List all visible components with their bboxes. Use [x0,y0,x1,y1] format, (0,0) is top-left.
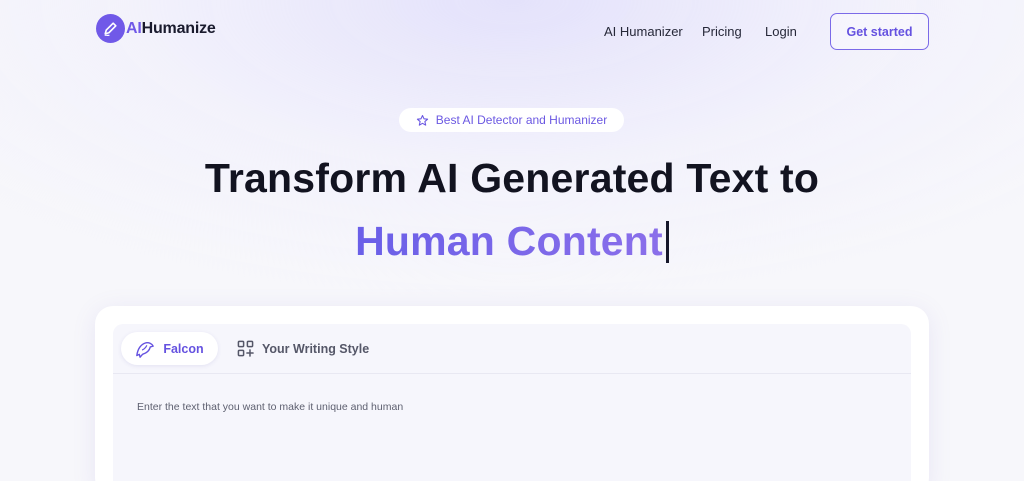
top-nav: AIHumanize AI Humanizer Pricing Login Ge… [0,0,1024,64]
editor-panel: Falcon Your Writing Style Enter the text… [113,324,911,481]
falcon-icon [136,341,155,358]
brand-name: AIHumanize [126,20,216,38]
tab-your-writing-style[interactable]: Your Writing Style [237,340,369,357]
grid-plus-icon [237,340,254,357]
hero-badge: Best AI Detector and Humanizer [399,108,624,132]
hero-headline-highlight-text: Human Content [355,218,663,264]
nav-link-login[interactable]: Login [765,24,797,39]
hero-headline: Transform AI Generated Text to [204,155,820,201]
get-started-button[interactable]: Get started [830,13,929,50]
pen-icon [96,14,125,43]
tab-falcon-label: Falcon [163,341,204,356]
brand-suffix: Humanize [141,19,216,37]
editor-card: Falcon Your Writing Style Enter the text… [95,306,929,481]
mode-tabs: Falcon Your Writing Style [113,324,911,374]
nav-link-ai-humanizer[interactable]: AI Humanizer [604,24,683,39]
tab-falcon[interactable]: Falcon [121,332,218,365]
nav-link-pricing[interactable]: Pricing [702,24,742,39]
brand-logo[interactable]: AIHumanize [96,14,216,43]
brand-prefix: AI [126,19,142,37]
star-icon [416,114,428,126]
tab-your-writing-style-label: Your Writing Style [262,341,370,356]
hero-headline-highlight: Human Content [0,218,1024,265]
hero-badge-text: Best AI Detector and Humanizer [435,113,608,127]
typing-caret [665,221,669,263]
text-input-area[interactable]: Enter the text that you want to make it … [137,401,403,413]
